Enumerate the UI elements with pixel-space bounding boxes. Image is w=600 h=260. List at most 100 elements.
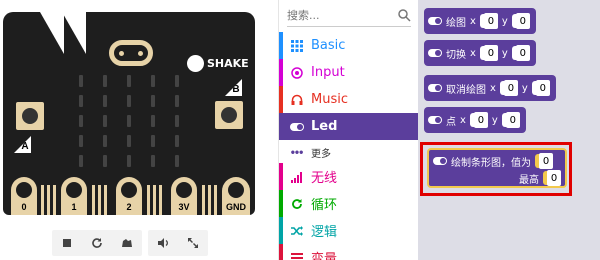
led-cell[interactable] <box>103 95 107 107</box>
block-plot[interactable]: 绘图 x 0 y 0 <box>424 8 536 34</box>
x-label: x <box>470 47 476 59</box>
led-toggle-icon <box>428 84 442 92</box>
block-label: 点 <box>446 116 456 128</box>
led-cell[interactable] <box>103 135 107 147</box>
stop-button[interactable] <box>52 230 82 256</box>
block-point[interactable]: 点 x 0 y 0 <box>424 107 526 133</box>
x-label: x <box>490 82 496 94</box>
input-value: 0 <box>515 13 530 29</box>
mute-button[interactable] <box>148 230 178 256</box>
pin-0[interactable]: 0 <box>11 177 37 215</box>
led-cell[interactable] <box>103 75 107 87</box>
led-cell[interactable] <box>103 155 107 167</box>
fullscreen-button[interactable] <box>178 230 208 256</box>
pin-hole <box>66 182 82 198</box>
category-logic[interactable]: 逻辑 <box>279 217 419 244</box>
led-cell[interactable] <box>79 115 83 127</box>
led-cell[interactable] <box>151 135 155 147</box>
led-cell[interactable] <box>79 135 83 147</box>
led-cell[interactable] <box>175 75 179 87</box>
pin-label: GND <box>226 202 246 212</box>
category-label: 循环 <box>311 198 338 213</box>
search-icon[interactable] <box>397 8 411 22</box>
pin-label: 0 <box>21 202 27 212</box>
input-value: 0 <box>483 45 498 61</box>
led-cell[interactable] <box>79 155 83 167</box>
led-cell[interactable] <box>151 115 155 127</box>
button-a[interactable] <box>16 102 44 130</box>
y-input[interactable]: 0 <box>501 112 520 128</box>
led-cell[interactable] <box>175 115 179 127</box>
block-label: 切换 <box>446 49 466 61</box>
led-cell[interactable] <box>175 135 179 147</box>
pin-1[interactable]: 1 <box>61 177 87 215</box>
led-cell[interactable] <box>127 75 131 87</box>
led-cell[interactable] <box>127 115 131 127</box>
led-cell[interactable] <box>127 155 131 167</box>
input-value: 0 <box>515 45 530 61</box>
category-variables[interactable]: 变量 <box>279 244 419 260</box>
category-led[interactable]: Led <box>279 113 419 140</box>
pin-2[interactable]: 2 <box>116 177 142 215</box>
restart-button[interactable] <box>82 230 112 256</box>
category-basic[interactable]: Basic <box>279 32 419 59</box>
led-matrix[interactable] <box>76 75 186 175</box>
input-value: 0 <box>535 80 550 96</box>
x-input[interactable]: 0 <box>469 112 488 128</box>
block-unplot[interactable]: 取消绘图 x 0 y 0 <box>424 75 556 101</box>
led-cell[interactable] <box>151 75 155 87</box>
max-input[interactable]: 0 <box>543 170 561 186</box>
bar-graph-row-max: 最高 0 <box>519 170 561 186</box>
edge-strip <box>41 185 44 215</box>
makecode-editor: SHAKE A B 0 1 2 3V GND 搜索... Basic Input… <box>0 0 600 260</box>
value-input[interactable]: 0 <box>535 153 553 169</box>
category-led-more[interactable]: ••• 更多 <box>279 142 419 162</box>
shuffle-icon <box>283 225 311 237</box>
category-radio[interactable]: 无线 <box>279 163 419 190</box>
x-input[interactable]: 0 <box>499 80 518 96</box>
category-input[interactable]: Input <box>279 59 419 86</box>
edge-strip <box>47 185 50 215</box>
y-input[interactable]: 0 <box>511 45 530 61</box>
debug-button[interactable] <box>112 230 142 256</box>
headphones-icon <box>283 94 311 106</box>
max-label: 最高 <box>519 174 539 186</box>
grid-icon <box>283 39 311 52</box>
pin-3v[interactable]: 3V <box>171 177 197 215</box>
shake-button[interactable]: SHAKE <box>187 55 249 72</box>
led-cell[interactable] <box>151 155 155 167</box>
pin-hole <box>16 182 32 198</box>
edge-strip <box>92 185 95 215</box>
category-label: Basic <box>311 38 346 53</box>
y-label: y <box>501 15 508 27</box>
pin-hole <box>121 182 137 198</box>
y-input[interactable]: 0 <box>511 13 530 29</box>
led-cell[interactable] <box>175 95 179 107</box>
search-input[interactable] <box>287 5 387 25</box>
bar-graph-row-value: 绘制条形图，值为 0 <box>433 153 553 169</box>
simulator-control-group <box>148 230 208 256</box>
y-label: y <box>521 82 528 94</box>
led-cell[interactable] <box>151 95 155 107</box>
block-toggle[interactable]: 切换 x 0 y 0 <box>424 40 536 66</box>
y-input[interactable]: 0 <box>531 80 550 96</box>
led-cell[interactable] <box>79 95 83 107</box>
x-input[interactable]: 0 <box>479 45 498 61</box>
category-music[interactable]: Music <box>279 86 419 113</box>
category-loops[interactable]: 循环 <box>279 190 419 217</box>
led-cell[interactable] <box>175 155 179 167</box>
microbit-logo <box>109 40 153 66</box>
pin-label: 3V <box>178 202 190 212</box>
button-b[interactable] <box>215 101 243 129</box>
x-input[interactable]: 0 <box>479 13 498 29</box>
pin-gnd[interactable]: GND <box>222 177 250 215</box>
shake-dot-icon <box>187 55 204 72</box>
led-toggle-icon <box>433 157 447 165</box>
led-cell[interactable] <box>103 115 107 127</box>
block-plot-bar-graph[interactable]: 绘制条形图，值为 0 最高 0 <box>427 148 567 188</box>
led-cell[interactable] <box>127 95 131 107</box>
input-value: 0 <box>503 80 518 96</box>
led-cell[interactable] <box>79 75 83 87</box>
led-cell[interactable] <box>127 135 131 147</box>
pin-label: 1 <box>71 202 77 212</box>
